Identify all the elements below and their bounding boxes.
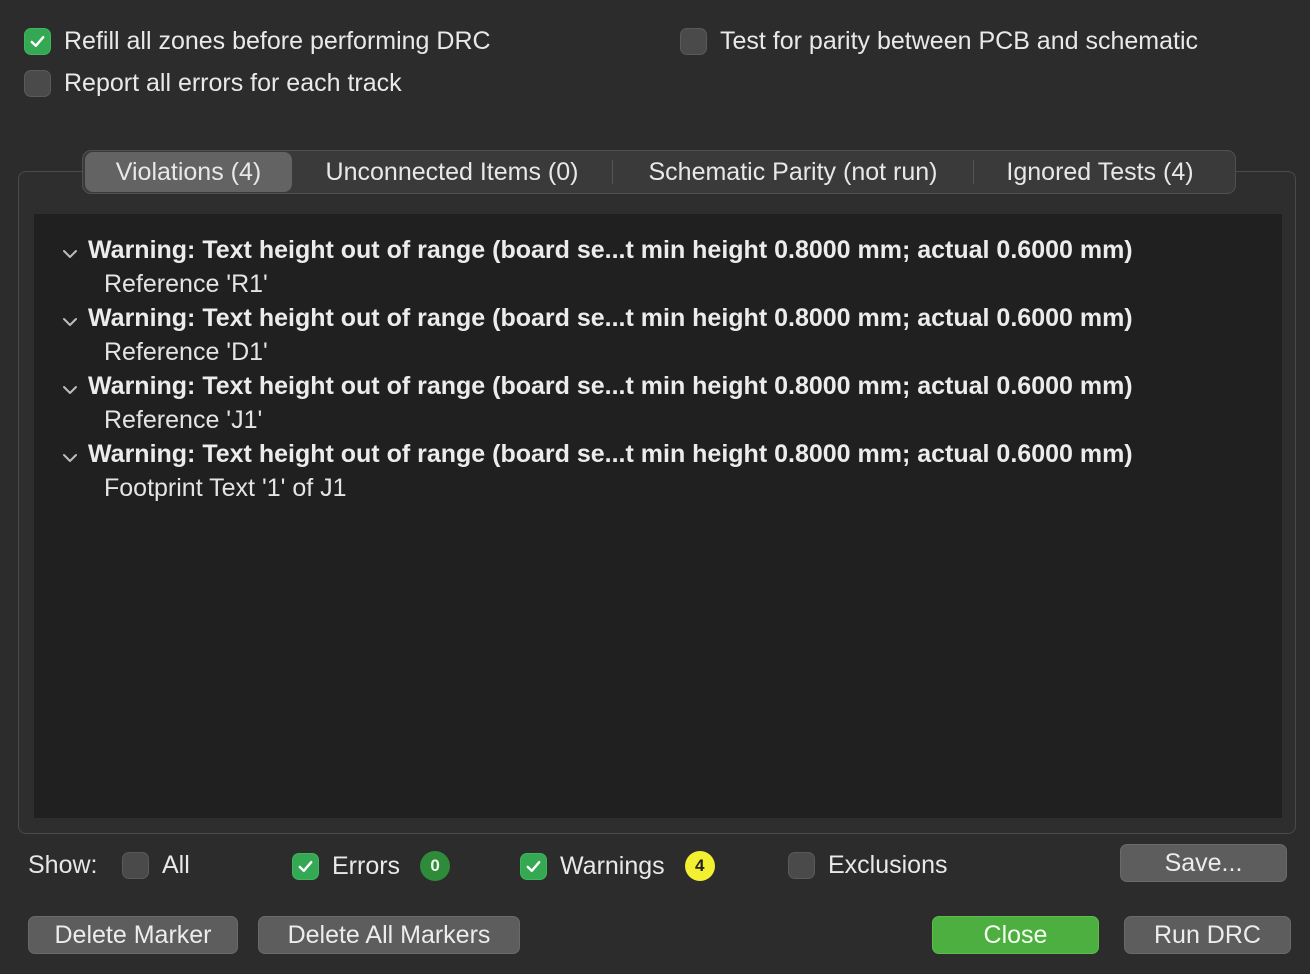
filter-warnings-label: Warnings: [560, 851, 665, 880]
filter-errors-checkbox[interactable]: [292, 852, 319, 880]
filter-warnings-checkbox[interactable]: [520, 852, 547, 880]
tab-ignored-tests[interactable]: Ignored Tests (4): [974, 152, 1226, 192]
filter-errors-label: Errors: [332, 851, 401, 880]
violation-item[interactable]: Reference 'J1': [104, 406, 262, 435]
tab-ignored-tests-label: Ignored Tests (4): [1006, 157, 1194, 186]
filter-all-checkbox[interactable]: [122, 852, 149, 879]
warnings-count-badge: 4: [684, 851, 715, 881]
checkmark-icon: [526, 860, 541, 872]
refill-zones-checkbox[interactable]: [24, 28, 51, 55]
chevron-down-icon[interactable]: [61, 449, 79, 467]
test-parity-label: Test for parity between PCB and schemati…: [720, 27, 1199, 55]
chevron-down-icon[interactable]: [61, 245, 79, 263]
violation-item[interactable]: Footprint Text '1' of J1: [104, 474, 347, 503]
filter-all-label: All: [162, 851, 190, 879]
violation-title: Warning: Text height out of range (board…: [88, 236, 1133, 264]
filter-exclusions-label: Exclusions: [828, 851, 948, 879]
chevron-down-icon[interactable]: [61, 313, 79, 331]
delete-all-markers-button[interactable]: Delete All Markers: [258, 916, 520, 954]
test-parity-option[interactable]: Test for parity between PCB and schemati…: [680, 27, 1198, 56]
violation-item[interactable]: Reference 'R1': [104, 270, 268, 299]
tab-unconnected-items-label: Unconnected Items (0): [325, 157, 579, 186]
filter-warnings-option[interactable]: Warnings 4: [520, 851, 715, 881]
filter-errors-option[interactable]: Errors 0: [292, 851, 451, 881]
delete-marker-button[interactable]: Delete Marker: [28, 916, 238, 954]
chevron-down-icon[interactable]: [61, 381, 79, 399]
tab-bar: Violations (4) Unconnected Items (0) Sch…: [82, 150, 1236, 194]
report-all-errors-checkbox[interactable]: [24, 70, 51, 97]
refill-zones-label: Refill all zones before performing DRC: [64, 27, 491, 55]
tab-unconnected-items[interactable]: Unconnected Items (0): [292, 152, 612, 192]
refill-zones-option[interactable]: Refill all zones before performing DRC: [24, 27, 491, 56]
checkmark-icon: [30, 35, 45, 48]
violation-title: Warning: Text height out of range (board…: [88, 440, 1133, 468]
tab-schematic-parity-label: Schematic Parity (not run): [648, 157, 938, 186]
run-drc-button[interactable]: Run DRC: [1124, 916, 1291, 954]
checkmark-icon: [298, 860, 313, 872]
filter-exclusions-checkbox[interactable]: [788, 852, 815, 879]
tab-violations-label: Violations (4): [115, 157, 262, 186]
filter-all-option[interactable]: All: [122, 851, 190, 880]
errors-count-badge: 0: [420, 851, 451, 881]
test-parity-checkbox[interactable]: [680, 28, 707, 55]
close-button[interactable]: Close: [932, 916, 1099, 954]
violation-item[interactable]: Reference 'D1': [104, 338, 268, 367]
tab-violations[interactable]: Violations (4): [85, 152, 292, 192]
violation-title: Warning: Text height out of range (board…: [88, 304, 1133, 332]
save-button[interactable]: Save...: [1120, 844, 1287, 882]
report-all-errors-option[interactable]: Report all errors for each track: [24, 69, 402, 98]
tab-schematic-parity[interactable]: Schematic Parity (not run): [613, 152, 973, 192]
violations-list[interactable]: Warning: Text height out of range (board…: [34, 214, 1282, 818]
filter-exclusions-option[interactable]: Exclusions: [788, 851, 948, 880]
show-label: Show:: [28, 851, 98, 879]
report-all-errors-label: Report all errors for each track: [64, 69, 402, 97]
violation-title: Warning: Text height out of range (board…: [88, 372, 1133, 400]
